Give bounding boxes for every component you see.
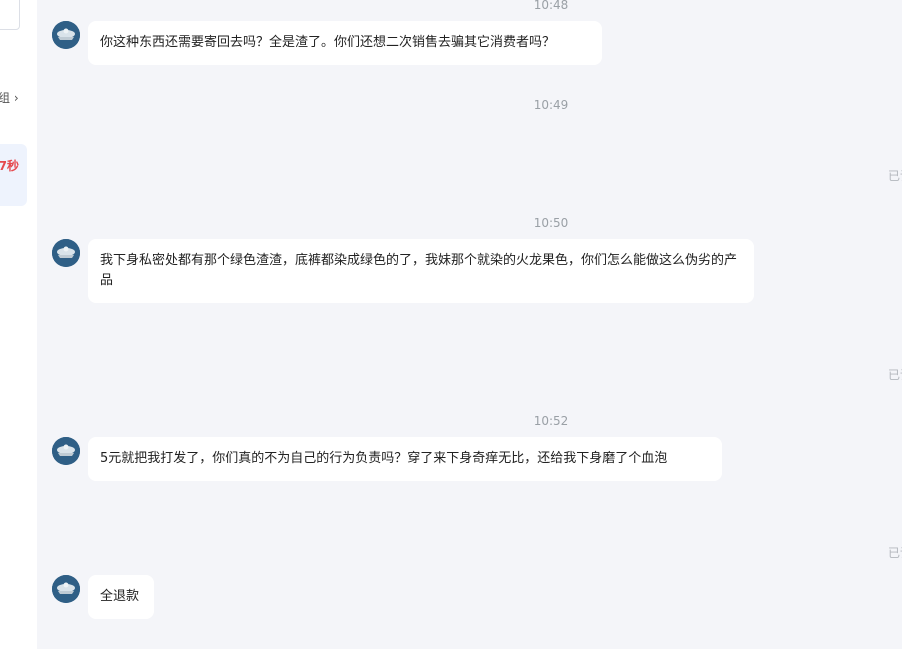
sidebar-group-link[interactable]: 组 › [0, 89, 19, 106]
timestamp: 10:49 [533, 98, 569, 112]
app-root: 组 › 7秒 10:48 你这种东西还需要寄回去吗？全是渣了。你们还想二次销售去… [0, 0, 902, 649]
message-bubble[interactable]: 全退款 [88, 575, 154, 619]
timestamp: 10:50 [533, 216, 569, 230]
message-bubble[interactable]: 你这种东西还需要寄回去吗？全是渣了。你们还想二次销售去骗其它消费者吗？ [88, 21, 602, 65]
user-avatar-icon[interactable] [52, 575, 80, 603]
sidebar-search-input[interactable] [0, 0, 20, 30]
message-bubble[interactable]: 5元就把我打发了，你们真的不为自己的行为负责吗？穿了来下身奇痒无比，还给我下身磨… [88, 437, 722, 481]
user-avatar-icon[interactable] [52, 437, 80, 465]
read-status: 已读 [888, 368, 902, 382]
read-status: 已读 [888, 169, 902, 183]
timestamp: 10:48 [533, 0, 569, 12]
chat-message-list[interactable]: 10:48 你这种东西还需要寄回去吗？全是渣了。你们还想二次销售去骗其它消费者吗… [37, 0, 902, 649]
user-avatar-icon[interactable] [52, 21, 80, 49]
read-status: 已读 [888, 546, 902, 560]
timestamp: 10:52 [533, 414, 569, 428]
sidebar-active-conversation[interactable]: 7秒 [0, 144, 27, 206]
user-avatar-icon[interactable] [52, 239, 80, 267]
message-bubble[interactable]: 我下身私密处都有那个绿色渣渣，底裤都染成绿色的了，我妹那个就染的火龙果色，你们怎… [88, 239, 754, 303]
wait-timer: 7秒 [0, 159, 19, 173]
conversation-sidebar: 组 › 7秒 [0, 0, 38, 649]
